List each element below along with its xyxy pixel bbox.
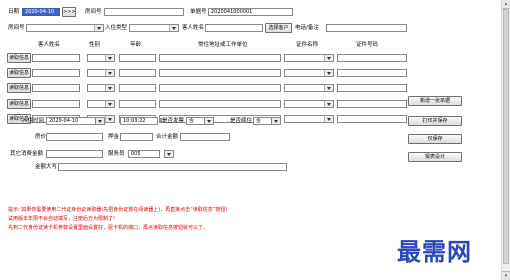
staff-label: 服务员 <box>108 151 125 157</box>
new-bill-button[interactable]: 新增一张单据 <box>408 96 462 106</box>
id-type-cell[interactable] <box>284 115 334 123</box>
id-number-cell[interactable] <box>337 84 407 92</box>
chevron-down-icon[interactable] <box>105 70 114 76</box>
guest-name-input[interactable] <box>205 24 263 32</box>
total-label: 合计金额 <box>156 134 179 140</box>
print-save-button[interactable]: 打印并保存 <box>408 116 462 126</box>
age-cell[interactable] <box>119 100 156 108</box>
col-id-number: 证件号码 <box>356 42 379 48</box>
scroll-up-icon[interactable]: ▴ <box>502 0 510 9</box>
date-label: 日期 <box>8 9 20 15</box>
deposit-label: 押金 <box>108 134 120 140</box>
id-number-cell[interactable] <box>337 69 407 77</box>
id-type-cell[interactable] <box>284 69 334 77</box>
room-type-label: 房间号 <box>8 25 25 31</box>
id-type-cell[interactable] <box>284 100 334 108</box>
chevron-down-icon[interactable] <box>271 117 281 125</box>
amount-words-label: 金额大写 <box>35 164 58 170</box>
guest-name-label: 客人姓名 <box>182 25 205 31</box>
id-type-cell[interactable] <box>284 84 334 92</box>
save-button[interactable]: 仅保存 <box>408 134 462 144</box>
scroll-thumb[interactable] <box>503 9 509 264</box>
guest-name-cell[interactable] <box>32 69 80 77</box>
chevron-down-icon[interactable] <box>105 85 114 91</box>
chevron-down-icon[interactable] <box>105 101 114 107</box>
col-address: 常住地址或工作单位 <box>198 42 248 48</box>
checkin-type-select[interactable] <box>129 24 179 32</box>
chevron-down-icon[interactable] <box>324 70 333 76</box>
chevron-down-icon[interactable] <box>324 55 333 61</box>
id-type-cell[interactable] <box>284 54 334 62</box>
deposit-input[interactable] <box>120 133 153 141</box>
total-input[interactable] <box>180 133 230 141</box>
date-field[interactable]: 2020-04-10 <box>22 8 60 16</box>
read-id-button[interactable]: 读取信息 <box>7 68 31 78</box>
room-no-input[interactable] <box>104 8 184 16</box>
read-id-button[interactable]: 读取信息 <box>7 53 31 63</box>
room-no-label: 房间号 <box>85 9 102 15</box>
address-cell[interactable] <box>159 84 281 92</box>
address-cell[interactable] <box>159 54 281 62</box>
room-fee-label: 是否发票 <box>162 118 185 124</box>
scroll-down-icon[interactable]: ▾ <box>502 271 510 280</box>
phone-label: 电话/备注 <box>295 25 319 31</box>
chevron-down-icon[interactable] <box>324 116 333 122</box>
gender-cell[interactable] <box>87 84 115 92</box>
room-type-select[interactable] <box>26 24 104 32</box>
read-id-button[interactable]: 读取信息 <box>7 99 31 109</box>
tip-line-1: 提示: 如果你需要使用二代证身份证读取器(先把身份证放在阅读器上)，再直接点击“… <box>8 207 228 213</box>
price-label: 房价 <box>35 134 47 140</box>
staff-select[interactable]: 005 <box>128 150 160 158</box>
address-cell[interactable] <box>159 69 281 77</box>
chevron-down-icon[interactable] <box>105 116 114 122</box>
other-amount-input[interactable] <box>46 150 103 158</box>
checkin-time-label: 入住时间 <box>22 118 45 124</box>
chevron-down-icon[interactable] <box>164 150 174 158</box>
guest-name-cell[interactable] <box>32 54 80 62</box>
address-cell[interactable] <box>159 100 281 108</box>
gender-cell[interactable] <box>87 54 115 62</box>
col-guest-name: 客人姓名 <box>38 42 61 48</box>
date-picker-button[interactable]: >>> <box>62 7 76 17</box>
other-amount-label: 其它消费金额 <box>10 151 44 157</box>
chevron-down-icon[interactable] <box>324 85 333 91</box>
checkin-type-label: 入住类型 <box>105 25 128 31</box>
id-number-cell[interactable] <box>337 54 407 62</box>
read-id-button[interactable]: 读取信息 <box>7 83 31 93</box>
invoice-label: 是否续住 <box>230 118 253 124</box>
age-cell[interactable] <box>119 54 156 62</box>
age-cell[interactable] <box>119 69 156 77</box>
watermark-logo: 最需网 <box>397 237 472 266</box>
chevron-down-icon[interactable] <box>94 25 103 31</box>
bill-no-field[interactable]: 2020041000001 <box>208 8 293 16</box>
id-number-cell[interactable] <box>337 100 407 108</box>
chevron-down-icon[interactable] <box>204 117 214 125</box>
amount-words-field[interactable] <box>58 163 287 171</box>
bill-no-label: 单据号 <box>190 9 207 15</box>
gender-cell[interactable] <box>87 69 115 77</box>
col-gender: 性别 <box>89 42 101 48</box>
guest-name-cell[interactable] <box>32 84 80 92</box>
select-guest-button[interactable]: 选择客户 <box>265 23 292 33</box>
phone-input[interactable] <box>326 24 407 32</box>
guest-name-cell[interactable] <box>32 100 80 108</box>
report-design-button[interactable]: 报表设计 <box>408 152 462 162</box>
age-cell[interactable] <box>119 84 156 92</box>
id-number-cell[interactable] <box>337 115 407 123</box>
vertical-scrollbar[interactable]: ▴ ▾ <box>501 0 510 280</box>
chevron-down-icon[interactable] <box>169 25 178 31</box>
col-age: 年龄 <box>130 42 142 48</box>
gender-cell[interactable] <box>87 100 115 108</box>
tip-line-2: 试用版本年限不会自动填写，注册后方为限制了! <box>8 216 116 222</box>
tip-line-3: 先到二代身份证读卡机参数设置里面设置好，驱卡机的端口，再点读取信息按钮就可以了。 <box>8 225 209 231</box>
chevron-down-icon[interactable] <box>324 101 333 107</box>
checkin-time-field[interactable]: 10:03:22 <box>120 117 158 125</box>
col-id-type: 证件名称 <box>296 42 319 48</box>
chevron-down-icon[interactable] <box>105 55 114 61</box>
chevron-down-icon[interactable] <box>95 117 105 125</box>
price-input[interactable] <box>46 133 103 141</box>
